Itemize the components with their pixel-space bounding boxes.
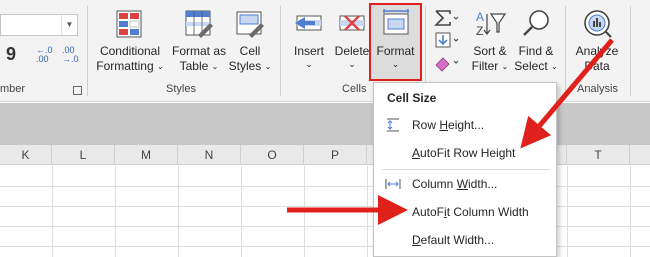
chevron-down-icon: ⌄ <box>264 62 272 71</box>
analyze-data-button[interactable]: Analyze Data <box>572 8 622 74</box>
chevron-down-icon: ⌄ <box>305 59 313 69</box>
clear-button[interactable] <box>432 52 460 76</box>
column-header-l[interactable]: L <box>52 145 115 165</box>
chevron-down-icon: ⌄ <box>391 59 400 69</box>
menu-item-column-width[interactable]: Column Width... <box>374 172 556 196</box>
find-select-button[interactable]: Find & Select ⌄ <box>512 8 560 74</box>
cell-styles-icon <box>236 11 264 38</box>
chevron-down-icon: ⌄ <box>551 62 558 71</box>
svg-text:Z: Z <box>476 24 483 38</box>
magnifier-icon <box>523 10 549 36</box>
autosum-button[interactable] <box>432 8 460 32</box>
cell-styles-button[interactable]: Cell Styles ⌄ <box>228 8 272 74</box>
format-cells-icon <box>382 9 409 35</box>
menu-separator <box>382 169 550 170</box>
sigma-icon <box>434 10 459 26</box>
group-separator <box>565 6 566 96</box>
delete-cells-icon <box>339 15 365 31</box>
delete-button[interactable]: Delete ⌄ <box>332 8 372 69</box>
fill-down-icon <box>435 32 459 48</box>
decrease-decimal-button[interactable]: .00 →.0 <box>62 46 79 64</box>
format-as-table-icon <box>185 10 213 38</box>
chevron-down-icon: ⌄ <box>348 59 356 69</box>
column-header-k[interactable]: K <box>0 145 52 165</box>
svg-text:A: A <box>476 10 484 24</box>
styles-group-label: Styles <box>166 83 196 95</box>
column-header-p[interactable]: P <box>304 145 367 165</box>
menu-item-autofit-column-width[interactable]: AutoFit Column Width <box>374 200 556 224</box>
insert-cells-icon <box>295 15 322 31</box>
column-header-o[interactable]: O <box>241 145 304 165</box>
number-dialog-launcher-icon[interactable] <box>73 86 82 95</box>
chevron-down-icon: ⌄ <box>501 62 509 71</box>
eraser-icon <box>435 57 459 72</box>
insert-button[interactable]: Insert ⌄ <box>288 8 330 69</box>
group-separator <box>280 6 281 96</box>
chevron-down-icon: ▼ <box>61 15 77 35</box>
increase-decimal-button[interactable]: ←.0 .00 <box>36 46 53 64</box>
format-button[interactable]: Format ⌄ <box>371 8 420 69</box>
number-group-label: mber <box>0 83 26 95</box>
column-header-m[interactable]: M <box>115 145 178 165</box>
conditional-formatting-button[interactable]: Conditional Formatting ⌄ <box>94 8 166 74</box>
group-separator <box>87 6 88 96</box>
menu-item-row-height[interactable]: Row Height... <box>374 113 556 137</box>
menu-item-default-width[interactable]: Default Width... <box>374 228 556 252</box>
cell-size-heading: Cell Size <box>387 91 437 105</box>
analysis-group-label: Analysis <box>577 83 618 95</box>
number-format-dropdown[interactable]: ▼ <box>0 14 78 36</box>
sort-filter-button[interactable]: A Z Sort & Filter ⌄ <box>468 8 512 74</box>
comma-style-button[interactable]: 9 <box>6 44 16 65</box>
chevron-down-icon: ⌄ <box>211 62 219 71</box>
column-header-t[interactable]: T <box>567 145 630 165</box>
conditional-formatting-icon <box>116 10 142 38</box>
row-height-icon <box>387 118 399 132</box>
cells-group-label: Cells <box>342 83 367 95</box>
column-width-icon <box>385 179 401 189</box>
format-dropdown-menu: Cell Size Row Height... AutoFit Row Heig… <box>373 82 557 257</box>
fill-button[interactable] <box>432 30 460 54</box>
format-as-table-button[interactable]: Format as Table ⌄ <box>170 8 228 74</box>
column-header-n[interactable]: N <box>178 145 241 165</box>
chevron-down-icon: ⌄ <box>157 62 164 71</box>
menu-item-autofit-row-height[interactable]: AutoFit Row Height <box>374 141 556 165</box>
group-separator <box>630 6 631 96</box>
sort-filter-icon: A Z <box>476 10 507 38</box>
analyze-data-icon <box>584 10 612 38</box>
